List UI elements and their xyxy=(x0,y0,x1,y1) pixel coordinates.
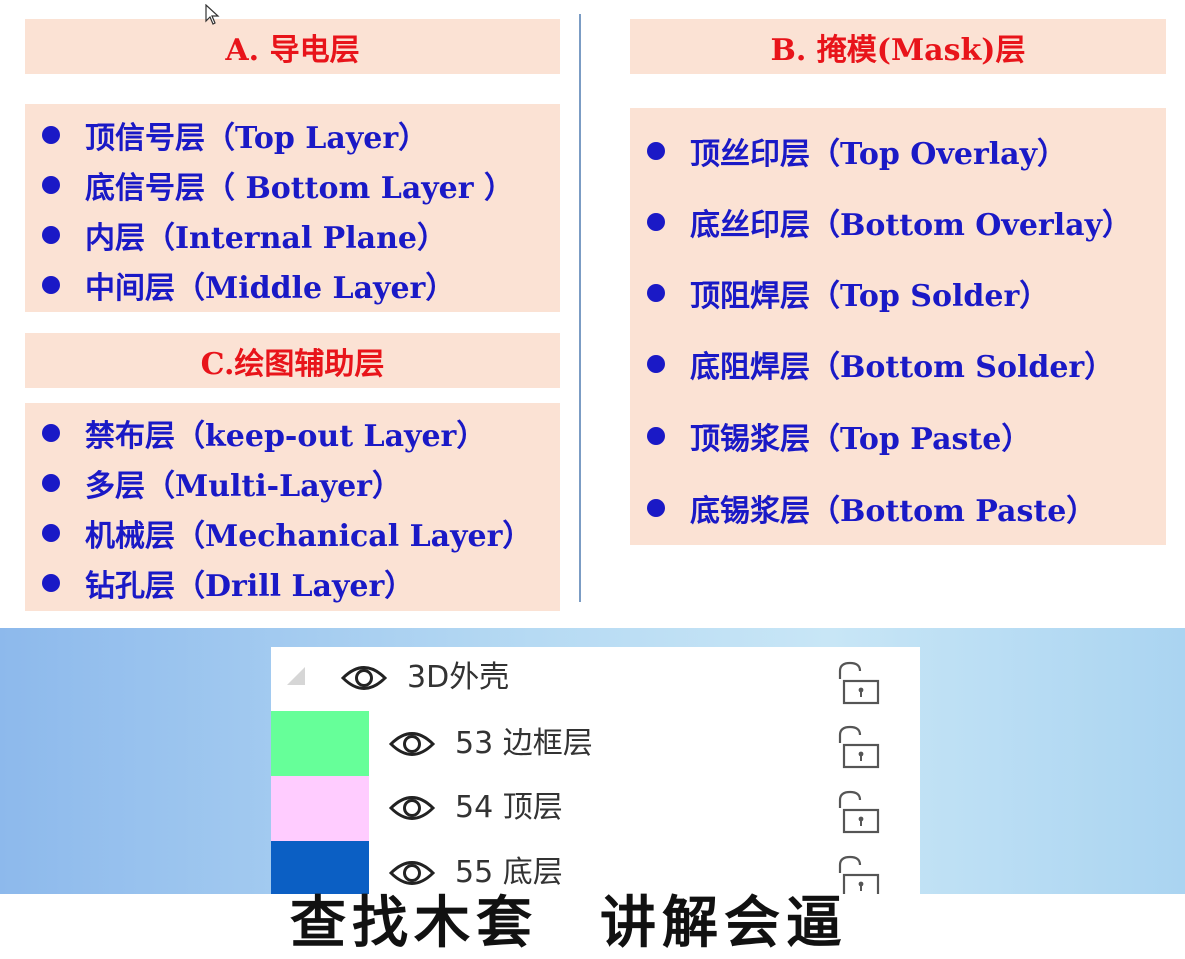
bullet-icon xyxy=(647,213,665,231)
unlock-icon[interactable] xyxy=(834,725,884,769)
section-c-header: C.绘图辅助层 xyxy=(25,333,560,388)
list-item: 底锡浆层（Bottom Paste） xyxy=(630,489,1166,529)
list-item: 内层（Internal Plane） xyxy=(25,216,560,256)
item-label: 顶丝印层（Top Overlay） xyxy=(690,137,1068,172)
list-item: 底阻焊层（Bottom Solder） xyxy=(630,345,1166,385)
item-label: 顶阻焊层（Top Solder） xyxy=(690,279,1050,314)
layer-row-53[interactable]: 53 边框层 xyxy=(271,711,920,776)
bullet-icon xyxy=(42,574,60,592)
slide: A. 导电层 顶信号层（Top Layer） 底信号层（ Bottom Laye… xyxy=(0,0,1185,628)
video-caption: 查找木套 讲解会逼 xyxy=(290,891,848,956)
eye-icon[interactable] xyxy=(389,729,435,759)
bullet-icon xyxy=(42,524,60,542)
eye-icon[interactable] xyxy=(341,663,387,693)
bullet-icon xyxy=(647,499,665,517)
bullet-icon xyxy=(42,226,60,244)
bullet-icon xyxy=(42,276,60,294)
mouse-cursor-icon xyxy=(205,4,220,25)
column-divider xyxy=(579,14,581,602)
item-label: 钻孔层（Drill Layer） xyxy=(85,569,415,604)
unlock-icon[interactable] xyxy=(834,661,884,705)
bullet-icon xyxy=(42,424,60,442)
bullet-icon xyxy=(647,355,665,373)
item-label: 底阻焊层（Bottom Solder） xyxy=(690,350,1115,385)
unlock-icon[interactable] xyxy=(834,790,884,834)
list-item: 机械层（Mechanical Layer） xyxy=(25,514,560,554)
item-label: 顶信号层（Top Layer） xyxy=(85,121,429,156)
item-label: 机械层（Mechanical Layer） xyxy=(85,519,533,554)
layer-color-swatch[interactable] xyxy=(271,711,369,776)
layer-label: 54 顶层 xyxy=(455,790,563,825)
list-item: 顶锡浆层（Top Paste） xyxy=(630,417,1166,457)
layer-group-label: 3D外壳 xyxy=(407,660,510,695)
item-label: 底丝印层（Bottom Overlay） xyxy=(690,208,1133,243)
item-label: 底信号层（ Bottom Layer ） xyxy=(85,171,515,206)
list-item: 钻孔层（Drill Layer） xyxy=(25,564,560,604)
section-a-header: A. 导电层 xyxy=(25,19,560,74)
collapse-triangle-icon[interactable] xyxy=(285,665,307,687)
item-label: 内层（Internal Plane） xyxy=(85,221,447,256)
item-label: 中间层（Middle Layer） xyxy=(85,271,456,306)
list-item: 多层（Multi-Layer） xyxy=(25,464,560,504)
section-c-title: C.绘图辅助层 xyxy=(200,346,385,382)
layer-panel: 3D外壳 53 边框层 54 顶层 55 底层 xyxy=(271,647,920,894)
list-item: 顶阻焊层（Top Solder） xyxy=(630,274,1166,314)
section-b-header: B. 掩模(Mask)层 xyxy=(630,19,1166,74)
list-item: 底丝印层（Bottom Overlay） xyxy=(630,203,1166,243)
item-label: 多层（Multi-Layer） xyxy=(85,469,402,504)
layer-row-54[interactable]: 54 顶层 xyxy=(271,776,920,841)
layer-color-swatch[interactable] xyxy=(271,776,369,841)
bullet-icon xyxy=(42,126,60,144)
bullet-icon xyxy=(647,427,665,445)
list-item: 顶信号层（Top Layer） xyxy=(25,116,560,156)
bullet-icon xyxy=(42,474,60,492)
section-b-list: 顶丝印层（Top Overlay） 底丝印层（Bottom Overlay） 顶… xyxy=(630,108,1166,545)
section-b-title: B. 掩模(Mask)层 xyxy=(770,32,1026,68)
layer-group-row[interactable]: 3D外壳 xyxy=(271,647,920,712)
bullet-icon xyxy=(647,142,665,160)
list-item: 禁布层（keep-out Layer） xyxy=(25,414,560,454)
list-item: 底信号层（ Bottom Layer ） xyxy=(25,166,560,206)
bullet-icon xyxy=(42,176,60,194)
item-label: 顶锡浆层（Top Paste） xyxy=(690,422,1032,457)
item-label: 禁布层（keep-out Layer） xyxy=(85,419,487,454)
section-a-title: A. 导电层 xyxy=(225,32,360,68)
layer-label: 53 边框层 xyxy=(455,726,593,761)
bullet-icon xyxy=(647,284,665,302)
item-label: 底锡浆层（Bottom Paste） xyxy=(690,494,1097,529)
section-a-list: 顶信号层（Top Layer） 底信号层（ Bottom Layer ） 内层（… xyxy=(25,104,560,312)
eye-icon[interactable] xyxy=(389,793,435,823)
list-item: 中间层（Middle Layer） xyxy=(25,266,560,306)
list-item: 顶丝印层（Top Overlay） xyxy=(630,132,1166,172)
section-c-list: 禁布层（keep-out Layer） 多层（Multi-Layer） 机械层（… xyxy=(25,403,560,611)
